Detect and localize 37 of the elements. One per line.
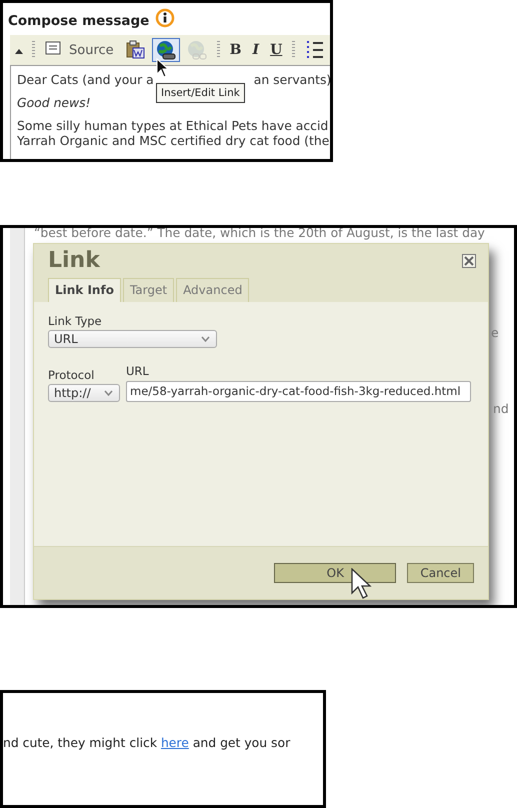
link[interactable]: here [160,735,189,750]
close-icon [462,254,476,268]
dropdown[interactable]: URL [48,330,217,348]
body-text: nd [493,401,509,416]
triangle-icon [15,48,23,54]
url-field[interactable]: me/58-yarrah-organic-dry-cat-food-fish-3kg-reduced.html [126,380,471,402]
body-text: Yarrah Organic and MSC certified dry cat food (the [17,133,330,148]
info-icon [155,8,176,28]
close-button[interactable] [462,254,476,268]
dropdown[interactable]: http:// [48,384,120,402]
source-button[interactable]: Source [41,38,118,62]
cancel-button[interactable]: Cancel [407,563,474,583]
underline-button[interactable]: U [266,38,286,62]
chevron-down-icon [104,390,113,396]
cursor-icon [156,58,170,78]
clipboard-icon [124,40,145,60]
tooltip: Insert/Edit Link [156,83,245,103]
chevron-down-icon [201,336,210,342]
cursor-icon [351,568,374,600]
body-text: Dear Cats (and your a [17,72,154,87]
body-text: e [491,325,499,340]
body-text: Good news! [17,95,91,110]
body-text: nd cute, they might click here and get you sor [3,735,292,750]
field-label: Protocol [48,368,96,382]
tab[interactable]: Link Info [48,278,121,302]
section-title: Compose message [8,13,150,29]
body-text: Some silly human types at Ethical Pets have accid [17,118,328,133]
field-label: URL [126,364,150,378]
field-label: Link Type [48,314,103,328]
list-icon [305,40,326,60]
link-button[interactable] [152,38,180,62]
globe-icon [156,40,176,60]
globe-icon [186,40,207,60]
body-text: an servants) [254,72,330,87]
bold-button[interactable]: B [226,38,246,62]
italic-button[interactable]: I [248,38,264,62]
dialog-title: Link [48,248,100,273]
